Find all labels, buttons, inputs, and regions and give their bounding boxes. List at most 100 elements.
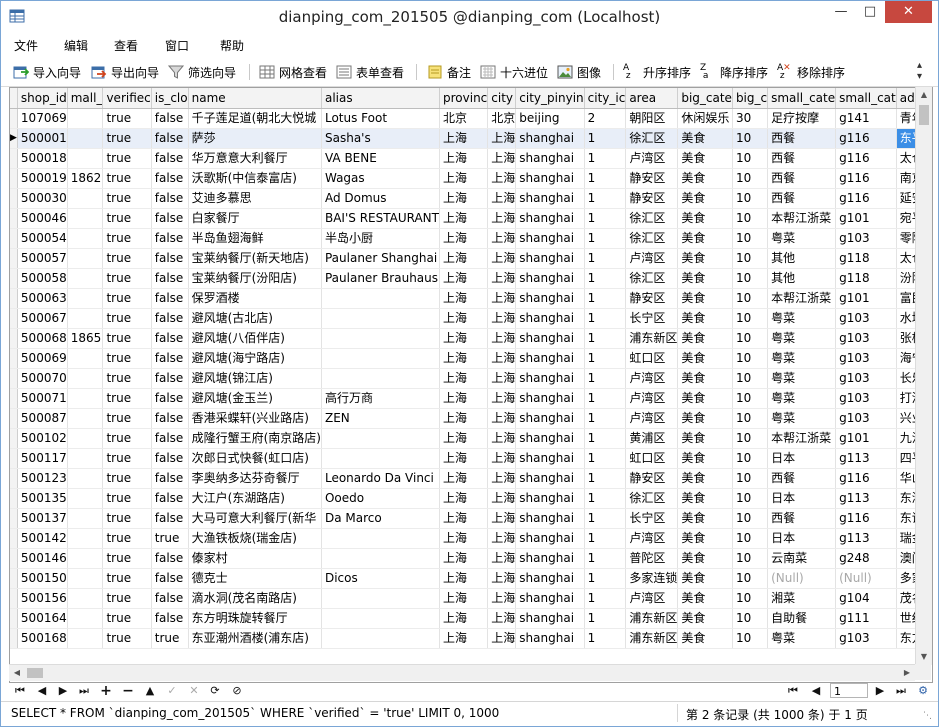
table-cell[interactable]: shanghai bbox=[515, 188, 585, 209]
table-cell[interactable] bbox=[321, 328, 441, 349]
table-cell[interactable]: 美食 bbox=[677, 568, 733, 589]
table-cell[interactable]: Sasha's bbox=[321, 128, 441, 149]
table-cell[interactable]: g101 bbox=[835, 428, 897, 449]
table-cell[interactable]: 静安区 bbox=[625, 168, 679, 189]
table-cell[interactable]: 上海 bbox=[487, 468, 517, 489]
table-cell[interactable]: 成隆行蟹王府(南京路店) bbox=[188, 428, 322, 449]
table-cell[interactable]: shanghai bbox=[515, 568, 585, 589]
table-cell[interactable]: 10 bbox=[732, 268, 769, 289]
table-cell[interactable]: 美食 bbox=[677, 508, 733, 529]
table-cell[interactable]: 萨莎 bbox=[188, 128, 322, 149]
table-cell[interactable] bbox=[67, 448, 104, 469]
table-cell[interactable]: g103 bbox=[835, 368, 897, 389]
table-cell[interactable]: Paulaner Brauhaus bbox=[321, 268, 441, 289]
table-cell[interactable] bbox=[67, 288, 104, 309]
scroll-up-icon[interactable]: ▲ bbox=[916, 87, 932, 103]
table-cell[interactable]: 美食 bbox=[677, 208, 733, 229]
table-cell[interactable]: 上海 bbox=[439, 348, 489, 369]
table-cell[interactable] bbox=[67, 208, 104, 229]
table-cell[interactable]: false bbox=[151, 548, 189, 569]
row-indicator[interactable] bbox=[10, 188, 18, 209]
column-header-is-clo[interactable]: is_clo bbox=[151, 88, 189, 109]
table-cell[interactable]: true bbox=[102, 368, 152, 389]
table-cell[interactable]: 半岛小厨 bbox=[321, 228, 441, 249]
table-cell[interactable]: 卢湾区 bbox=[625, 388, 679, 409]
table-cell[interactable] bbox=[67, 128, 104, 149]
table-cell[interactable]: 保罗酒楼 bbox=[188, 288, 322, 309]
table-cell[interactable]: 上海 bbox=[439, 368, 489, 389]
table-cell[interactable]: shanghai bbox=[515, 168, 585, 189]
image-button[interactable]: 图像 bbox=[557, 63, 601, 81]
table-cell[interactable]: 本帮江浙菜 bbox=[767, 288, 837, 309]
table-cell[interactable]: false bbox=[151, 228, 189, 249]
table-cell[interactable]: true bbox=[151, 628, 189, 649]
table-cell[interactable]: g113 bbox=[835, 528, 897, 549]
table-cell[interactable]: 上海 bbox=[439, 408, 489, 429]
table-cell[interactable] bbox=[67, 488, 104, 509]
table-cell[interactable]: 上海 bbox=[487, 388, 517, 409]
table-cell[interactable]: g103 bbox=[835, 408, 897, 429]
table-cell[interactable]: 10 bbox=[732, 488, 769, 509]
column-header-small-cat[interactable]: small_cat bbox=[835, 88, 897, 109]
table-cell[interactable]: 1 bbox=[584, 148, 627, 169]
table-cell[interactable]: 上海 bbox=[487, 128, 517, 149]
table-cell[interactable]: 500030 bbox=[17, 188, 68, 209]
table-cell[interactable]: 上海 bbox=[439, 168, 489, 189]
table-cell[interactable]: Leonardo Da Vinci bbox=[321, 468, 441, 489]
table-cell[interactable]: false bbox=[151, 108, 189, 129]
table-cell[interactable] bbox=[67, 268, 104, 289]
table-cell[interactable]: true bbox=[102, 228, 152, 249]
table-cell[interactable]: 美食 bbox=[677, 368, 733, 389]
row-indicator[interactable] bbox=[10, 168, 18, 189]
table-cell[interactable]: 500069 bbox=[17, 348, 68, 369]
table-cell[interactable]: shanghai bbox=[515, 408, 585, 429]
menu-window[interactable]: 窗口 bbox=[165, 37, 189, 54]
table-cell[interactable]: 1 bbox=[584, 228, 627, 249]
maximize-button[interactable]: □ bbox=[856, 1, 884, 23]
table-cell[interactable]: false bbox=[151, 328, 189, 349]
table-row[interactable]: 500057 true false 宝莱纳餐厅(新天地店) Paulaner Shang… bbox=[10, 248, 932, 269]
grid-view-button[interactable]: 网格查看 bbox=[259, 63, 327, 81]
table-cell[interactable]: true bbox=[102, 268, 152, 289]
row-indicator[interactable] bbox=[10, 268, 18, 289]
table-cell[interactable]: shanghai bbox=[515, 508, 585, 529]
table-cell[interactable]: 1 bbox=[584, 628, 627, 649]
table-cell[interactable]: 500057 bbox=[17, 248, 68, 269]
table-cell[interactable]: 美食 bbox=[677, 488, 733, 509]
table-cell[interactable]: false bbox=[151, 248, 189, 269]
table-cell[interactable]: 浦东新区 bbox=[625, 628, 679, 649]
table-cell[interactable] bbox=[67, 368, 104, 389]
table-cell[interactable] bbox=[67, 188, 104, 209]
table-cell[interactable]: 10 bbox=[732, 428, 769, 449]
table-cell[interactable]: true bbox=[102, 568, 152, 589]
table-cell[interactable]: shanghai bbox=[515, 628, 585, 649]
table-cell[interactable]: true bbox=[102, 528, 152, 549]
table-cell[interactable]: 500087 bbox=[17, 408, 68, 429]
table-cell[interactable]: 虹口区 bbox=[625, 448, 679, 469]
table-cell[interactable]: shanghai bbox=[515, 288, 585, 309]
first-page-icon[interactable]: ⏮ bbox=[786, 682, 800, 700]
table-cell[interactable]: g118 bbox=[835, 268, 897, 289]
table-cell[interactable]: false bbox=[151, 288, 189, 309]
menu-edit[interactable]: 编辑 bbox=[64, 37, 88, 54]
table-cell[interactable]: 107069 bbox=[17, 108, 68, 129]
table-cell[interactable]: 1 bbox=[584, 288, 627, 309]
table-cell[interactable]: 500135 bbox=[17, 488, 68, 509]
table-cell[interactable]: 500117 bbox=[17, 448, 68, 469]
table-cell[interactable]: 西餐 bbox=[767, 168, 837, 189]
table-cell[interactable]: 1 bbox=[584, 388, 627, 409]
table-cell[interactable]: 500068 bbox=[17, 328, 68, 349]
table-cell[interactable]: 粤菜 bbox=[767, 308, 837, 329]
table-cell[interactable]: 上海 bbox=[487, 288, 517, 309]
table-cell[interactable] bbox=[67, 248, 104, 269]
table-cell[interactable]: 上海 bbox=[439, 388, 489, 409]
row-indicator[interactable] bbox=[10, 288, 18, 309]
close-button[interactable]: ✕ bbox=[885, 1, 932, 23]
table-cell[interactable]: 上海 bbox=[487, 268, 517, 289]
table-cell[interactable]: true bbox=[102, 588, 152, 609]
table-cell[interactable]: g113 bbox=[835, 488, 897, 509]
scroll-right-icon[interactable]: ▶ bbox=[899, 665, 915, 681]
table-cell[interactable]: 上海 bbox=[487, 148, 517, 169]
table-cell[interactable]: 上海 bbox=[439, 228, 489, 249]
table-cell[interactable]: 高行万商 bbox=[321, 388, 441, 409]
